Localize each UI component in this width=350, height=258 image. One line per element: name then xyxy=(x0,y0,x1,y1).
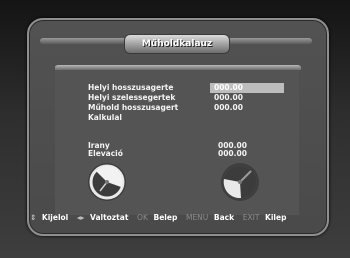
exit-hint: EXIT Kilep xyxy=(243,211,290,225)
field-label: Helyi szelessegertek xyxy=(88,93,176,102)
field-value[interactable]: 000.00 xyxy=(214,103,243,113)
menu-hint: MENU Back xyxy=(186,211,237,225)
ok-label: Belep xyxy=(153,213,178,222)
field-label: Helyi hosszusagerte xyxy=(88,83,174,92)
field-satellite-longitude[interactable]: Műhold hosszusagert 000.00 xyxy=(88,103,298,113)
result-elevation: Elevació 000.00 xyxy=(88,149,298,159)
select-label: Kijelol xyxy=(41,213,69,222)
change-label: Valtoztat xyxy=(90,213,129,222)
field-label: Műhold hosszusagert xyxy=(88,103,179,112)
select-hint: ⇕ Kijelol xyxy=(30,211,71,225)
elevation-dish-icon xyxy=(221,163,259,201)
result-value: 000.00 xyxy=(218,149,247,158)
menu-label: Back xyxy=(213,213,235,222)
exit-key: EXIT xyxy=(242,213,260,222)
panel-header-bar xyxy=(55,65,301,70)
page-title: Műholdkalauz xyxy=(124,34,230,54)
result-label: Elevació xyxy=(88,149,123,158)
field-local-latitude[interactable]: Helyi szelessegertek 000.00 xyxy=(88,93,298,103)
ok-key: OK xyxy=(137,213,148,222)
up-down-arrow-icon: ⇕ xyxy=(30,213,37,222)
compass-dish-icon xyxy=(88,163,126,201)
ok-hint: OK Belep xyxy=(137,211,180,225)
field-value[interactable]: 000.00 xyxy=(214,93,243,103)
menu-key: MENU xyxy=(185,213,209,222)
field-local-longitude[interactable]: Helyi hosszusagerte 000.00 xyxy=(88,83,298,93)
left-right-arrow-icon: ◂▸ xyxy=(76,213,85,222)
calculate-label: Kalkulal xyxy=(88,113,122,122)
exit-label: Kilep xyxy=(265,213,287,222)
key-hint-bar: ⇕ Kijelol ◂▸ Valtoztat OK Belep MENU Bac… xyxy=(30,211,330,225)
change-hint: ◂▸ Valtoztat xyxy=(77,211,132,225)
field-value[interactable]: 000.00 xyxy=(210,83,284,93)
calculate-button[interactable]: Kalkulal xyxy=(88,113,298,123)
